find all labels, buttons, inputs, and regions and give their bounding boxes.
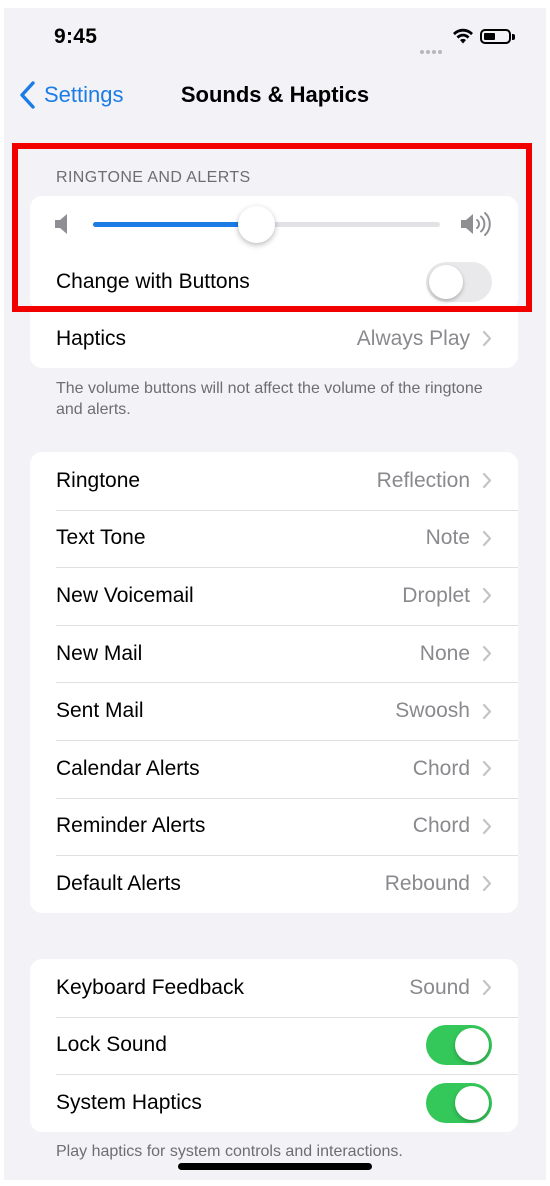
status-time: 9:45 [54, 25, 98, 48]
status-bar: 9:45 [4, 8, 546, 68]
tone-value: Rebound [384, 871, 470, 895]
tone-label: Calendar Alerts [56, 756, 200, 780]
keyboard-feedback-label: Keyboard Feedback [56, 975, 244, 999]
tone-label: New Mail [56, 641, 143, 665]
cellular-signal-icon [420, 41, 444, 59]
tone-value: Droplet [402, 583, 470, 607]
tone-row[interactable]: Ringtone Reflection [30, 452, 518, 510]
speaker-low-icon [55, 214, 67, 234]
volume-slider-fill [93, 222, 257, 227]
haptics-label: Haptics [56, 326, 127, 350]
chevron-right-icon [482, 876, 492, 892]
wifi-icon [453, 28, 473, 44]
system-haptics-row: System Haptics [30, 1074, 518, 1132]
tone-value: Chord [412, 756, 470, 780]
tone-row[interactable]: Reminder Alerts Chord [30, 797, 518, 856]
speaker-high-icon [461, 212, 491, 236]
sounds-haptics-screen: 9:45 Settings Sounds & Haptics RINGTONE … [4, 8, 546, 1180]
chevron-right-icon [482, 645, 492, 662]
tone-label: New Voicemail [56, 583, 194, 607]
chevron-right-icon [482, 588, 492, 604]
tone-row[interactable]: New Mail None [30, 624, 518, 683]
ringtone-volume-group: Change with Buttons [30, 196, 518, 311]
tone-value: None [419, 641, 470, 665]
tone-label: Sent Mail [56, 699, 144, 723]
change-with-buttons-row: Change with Buttons [30, 253, 518, 311]
change-with-buttons-label: Change with Buttons [56, 269, 250, 293]
chevron-right-icon [482, 331, 492, 347]
tone-row[interactable]: New Voicemail Droplet [30, 567, 518, 625]
home-indicator[interactable] [178, 1163, 372, 1170]
battery-icon [480, 29, 515, 44]
page-title: Sounds & Haptics [180, 82, 370, 107]
volume-buttons-footnote: The volume buttons will not affect the v… [56, 380, 483, 418]
ringtone-alerts-header: RINGTONE AND ALERTS [56, 169, 251, 186]
chevron-right-icon [482, 530, 492, 546]
chevron-right-icon [482, 473, 492, 489]
change-with-buttons-toggle[interactable] [426, 261, 492, 302]
tone-label: Text Tone [56, 526, 146, 550]
haptics-value: Always Play [356, 326, 470, 350]
system-haptics-footnote: Play haptics for system controls and int… [56, 1143, 403, 1160]
navigation-bar: Settings Sounds & Haptics [4, 68, 546, 124]
chevron-right-icon [482, 818, 492, 834]
volume-slider-row [30, 196, 518, 253]
keyboard-feedback-row[interactable]: Keyboard Feedback Sound [30, 959, 518, 1017]
haptics-row[interactable]: Haptics Always Play [30, 310, 518, 368]
tone-value: Note [425, 526, 470, 550]
chevron-right-icon [482, 980, 492, 996]
chevron-right-icon [482, 761, 492, 777]
tone-row[interactable]: Text Tone Note [30, 509, 518, 568]
tone-label: Ringtone [56, 468, 141, 492]
tones-group: Ringtone Reflection Text Tone Note New V… [30, 452, 518, 913]
lock-sound-toggle[interactable] [426, 1025, 492, 1066]
volume-slider-thumb[interactable] [237, 206, 275, 243]
keyboard-feedback-value: Sound [409, 975, 470, 999]
tone-row[interactable]: Sent Mail Swoosh [30, 682, 518, 740]
tone-row[interactable]: Calendar Alerts Chord [30, 739, 518, 798]
lock-sound-label: Lock Sound [56, 1033, 167, 1057]
lock-sound-row: Lock Sound [30, 1016, 518, 1075]
tone-value: Swoosh [395, 699, 470, 723]
tone-value: Chord [412, 814, 470, 838]
system-sounds-group: Keyboard Feedback Sound Lock Sound Syste… [30, 959, 518, 1132]
system-haptics-toggle[interactable] [426, 1082, 492, 1123]
tone-value: Reflection [376, 468, 470, 492]
tone-label: Reminder Alerts [56, 814, 206, 838]
chevron-right-icon [482, 703, 492, 719]
haptics-group: Haptics Always Play [30, 310, 518, 368]
tone-row[interactable]: Default Alerts Rebound [30, 855, 518, 913]
system-haptics-label: System Haptics [56, 1090, 202, 1114]
tone-label: Default Alerts [56, 871, 181, 895]
